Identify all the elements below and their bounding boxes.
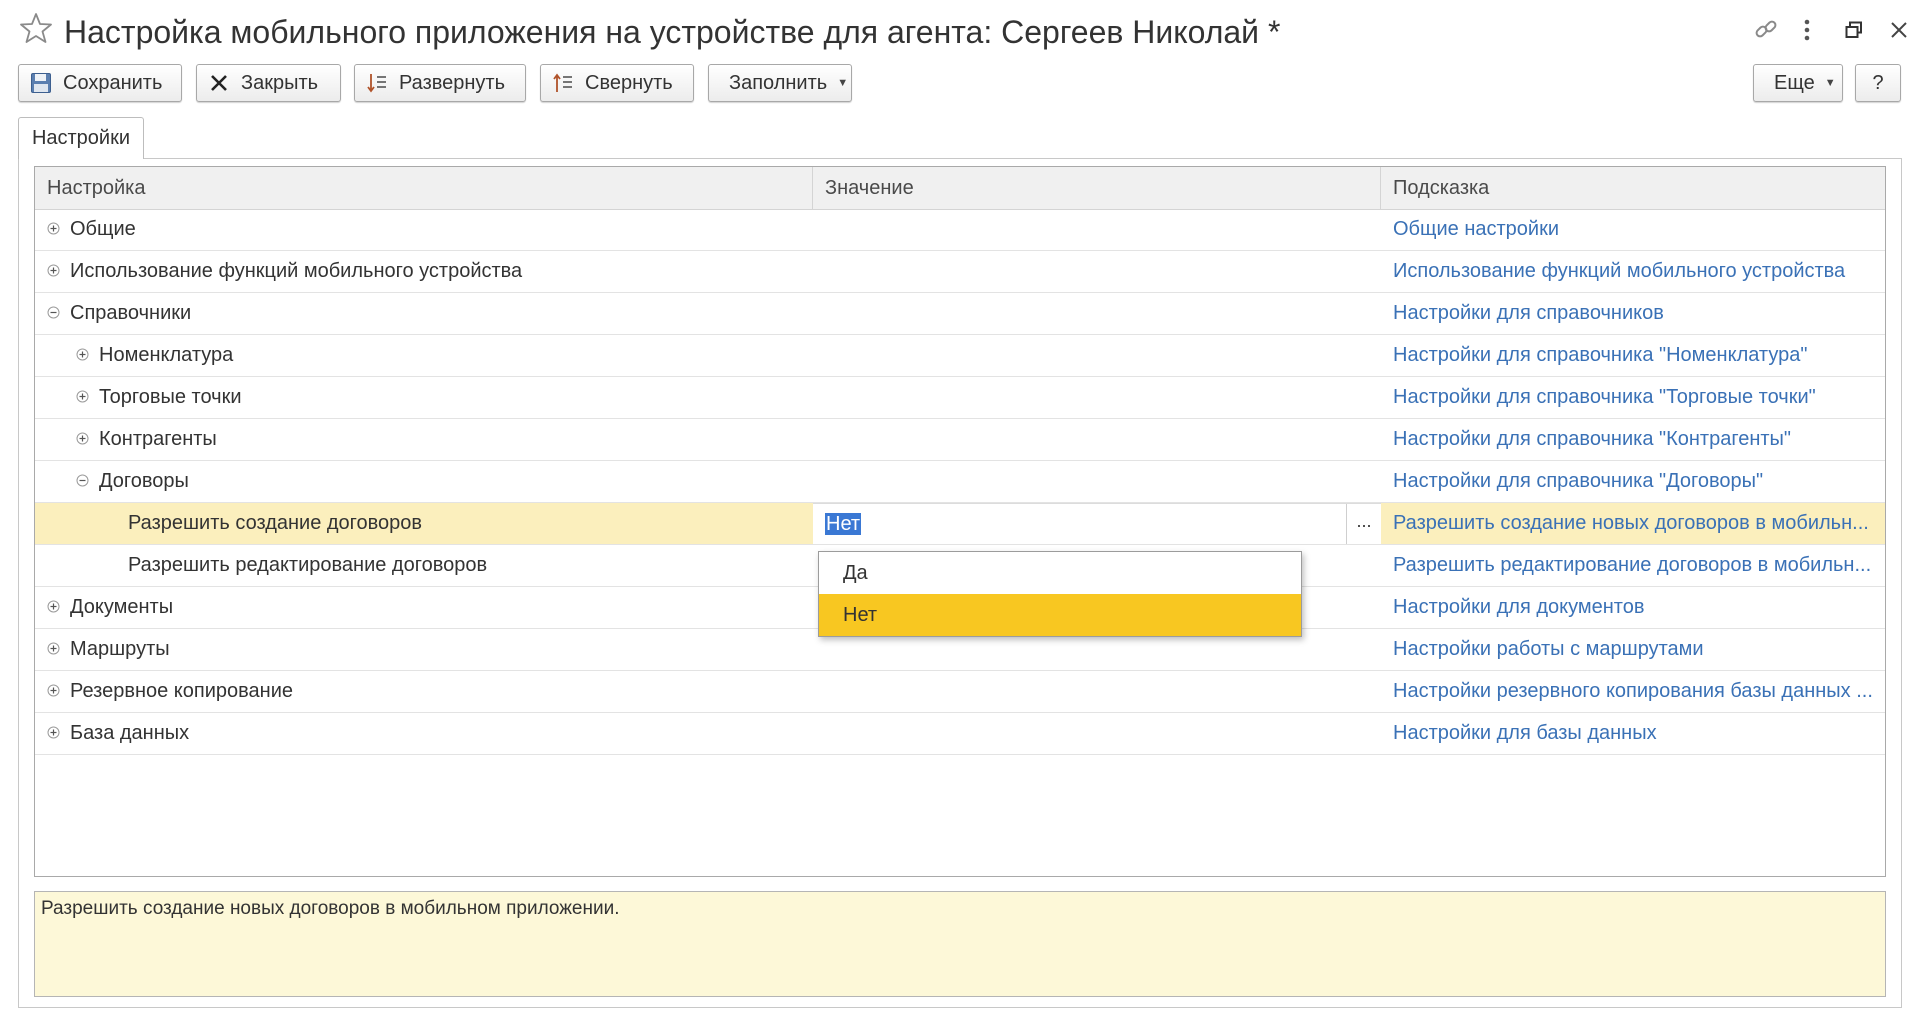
close-button-label: Закрыть xyxy=(241,71,319,94)
setting-value[interactable] xyxy=(813,335,1381,376)
help-button[interactable]: ? xyxy=(1855,64,1901,102)
setting-name: Резервное копирование xyxy=(70,680,294,702)
table-row[interactable]: Разрешить создание договоров Нет... Разреш… xyxy=(35,503,1885,545)
link-icon[interactable] xyxy=(1748,14,1784,46)
setting-hint-link[interactable]: Настройки резервного копирования базы да… xyxy=(1381,671,1875,712)
setting-name: Разрешить создание договоров xyxy=(128,512,423,534)
setting-name: Использование функций мобильного устройс… xyxy=(70,260,523,282)
expand-tree-icon xyxy=(365,71,389,95)
table-row[interactable]: Договоры Настройки для справочника "Догов… xyxy=(35,461,1885,503)
setting-name: Договоры xyxy=(99,470,189,492)
choice-button[interactable]: ... xyxy=(1346,504,1381,544)
table-row[interactable]: Общие Общие настройки xyxy=(35,209,1885,251)
setting-value[interactable] xyxy=(813,377,1381,418)
setting-hint-link[interactable]: Настройки для справочника "Торговые точк… xyxy=(1381,377,1875,418)
setting-value[interactable] xyxy=(813,209,1381,250)
collapse-tree-icon xyxy=(551,71,575,95)
setting-hint-link[interactable]: Настройки работы с маршрутами xyxy=(1381,629,1875,670)
more-button-label: Еще xyxy=(1774,71,1815,94)
tab-settings-label: Настройки xyxy=(31,127,131,149)
table-row[interactable]: Использование функций мобильного устройс… xyxy=(35,251,1885,293)
column-header-value[interactable]: Значение xyxy=(813,167,1381,209)
setting-value[interactable] xyxy=(813,293,1381,334)
table-row[interactable]: Номенклатура Настройки для справочника "Н… xyxy=(35,335,1885,377)
tab-settings[interactable]: Настройки xyxy=(18,117,144,159)
setting-name: Документы xyxy=(70,596,174,618)
table-row[interactable]: Контрагенты Настройки для справочника "Ко… xyxy=(35,419,1885,461)
setting-hint-link[interactable]: Настройки для справочника "Номенклатура" xyxy=(1381,335,1875,376)
dropdown-option-yes[interactable]: Да xyxy=(819,552,1301,594)
setting-hint-link[interactable]: Настройки для документов xyxy=(1381,587,1875,628)
table-row[interactable]: Справочники Настройки для справочников xyxy=(35,293,1885,335)
setting-name: Номенклатура xyxy=(99,344,234,366)
column-header-setting[interactable]: Настройка xyxy=(35,167,813,209)
table-row[interactable]: Резервное копирование Настройки резервног… xyxy=(35,671,1885,713)
more-vertical-icon[interactable] xyxy=(1794,14,1820,46)
value-input-text: Нет xyxy=(825,513,862,535)
setting-name: Справочники xyxy=(70,302,192,324)
setting-name: Разрешить редактирование договоров xyxy=(128,554,488,576)
setting-hint-link[interactable]: Настройки для справочника "Контрагенты" xyxy=(1381,419,1875,460)
close-button[interactable]: Закрыть xyxy=(196,64,341,102)
setting-name: Общие xyxy=(70,218,136,240)
settings-tree-table[interactable]: Настройка Значение Подсказка Общие Общие … xyxy=(34,166,1886,877)
setting-value[interactable] xyxy=(813,713,1381,754)
fill-dropdown-button[interactable]: Заполнить ▼ xyxy=(708,64,852,102)
more-dropdown-button[interactable]: Еще ▼ xyxy=(1753,64,1843,102)
setting-value[interactable] xyxy=(813,251,1381,292)
setting-hint-link[interactable]: Настройки для базы данных xyxy=(1381,713,1875,754)
value-input[interactable]: Нет... xyxy=(813,503,1381,544)
setting-name: Торговые точки xyxy=(99,386,242,408)
setting-value[interactable] xyxy=(813,461,1381,502)
expand-button-label: Развернуть xyxy=(399,71,506,94)
close-x-icon xyxy=(207,71,231,95)
fill-button-label: Заполнить xyxy=(729,71,828,94)
setting-name: Маршруты xyxy=(70,638,170,660)
setting-hint-link[interactable]: Разрешить редактирование договоров в моб… xyxy=(1381,545,1875,586)
setting-hint-link[interactable]: Настройки для справочника "Договоры" xyxy=(1381,461,1875,502)
setting-name: База данных xyxy=(70,722,190,744)
setting-hint-link[interactable]: Использование функций мобильного устройс… xyxy=(1381,251,1875,292)
help-button-label: ? xyxy=(1872,71,1884,94)
save-button[interactable]: Сохранить xyxy=(18,64,182,102)
favorite-star-icon[interactable] xyxy=(18,10,54,46)
column-header-hint[interactable]: Подсказка xyxy=(1381,167,1885,209)
table-row[interactable]: База данных Настройки для базы данных xyxy=(35,713,1885,755)
collapse-button-label: Свернуть xyxy=(585,71,673,94)
setting-hint-link[interactable]: Разрешить создание новых договоров в моб… xyxy=(1381,503,1875,544)
table-row[interactable]: Торговые точки Настройки для справочника … xyxy=(35,377,1885,419)
restore-window-icon[interactable] xyxy=(1838,14,1870,46)
expand-button[interactable]: Развернуть xyxy=(354,64,526,102)
setting-name: Контрагенты xyxy=(99,428,217,450)
collapse-button[interactable]: Свернуть xyxy=(540,64,694,102)
close-icon[interactable] xyxy=(1882,14,1916,46)
floppy-disk-icon xyxy=(29,71,53,95)
setting-description: Разрешить создание новых договоров в моб… xyxy=(34,891,1886,997)
table-header: Настройка Значение Подсказка xyxy=(35,167,1885,210)
setting-hint-link[interactable]: Общие настройки xyxy=(1381,209,1875,250)
value-dropdown-list: Да Нет xyxy=(818,551,1302,637)
setting-hint-link[interactable]: Настройки для справочников xyxy=(1381,293,1875,334)
setting-value[interactable] xyxy=(813,419,1381,460)
dropdown-option-no[interactable]: Нет xyxy=(819,594,1301,636)
save-button-label: Сохранить xyxy=(63,71,163,94)
window-title: Настройка мобильного приложения на устро… xyxy=(64,14,1281,50)
setting-value[interactable] xyxy=(813,671,1381,712)
dropdown-arrow-icon: ▼ xyxy=(1824,77,1836,89)
dropdown-arrow-icon: ▼ xyxy=(837,77,849,89)
